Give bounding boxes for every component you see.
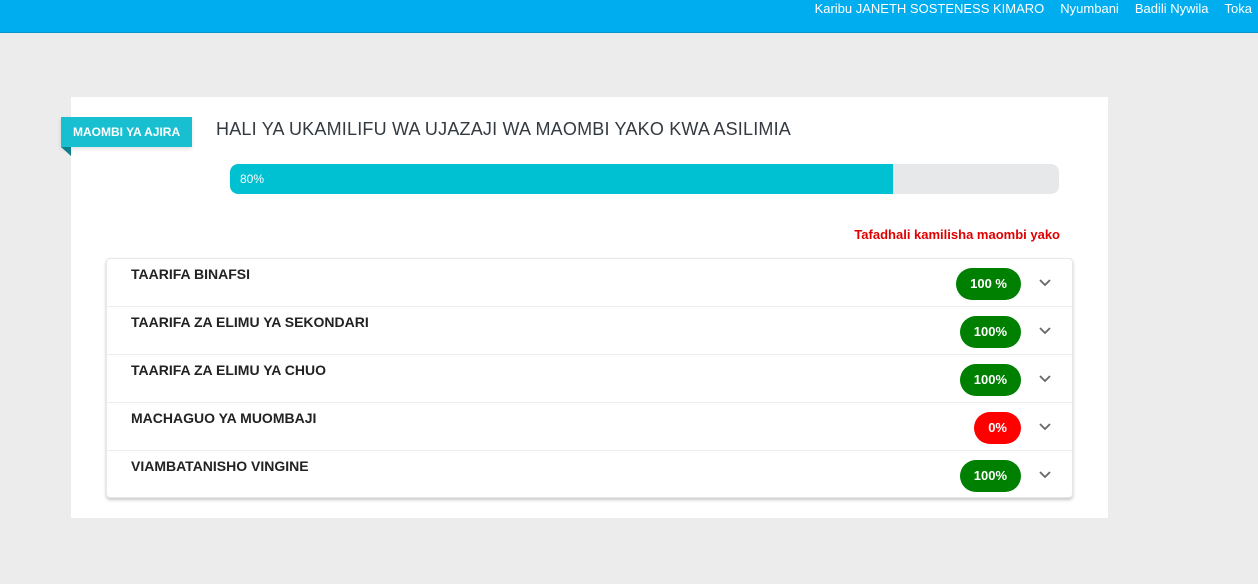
chevron-down-icon[interactable]: [1038, 421, 1052, 431]
accordion-item-label: VIAMBATANISHO VINGINE: [131, 458, 309, 474]
chevron-down-icon[interactable]: [1038, 325, 1052, 335]
accordion-item-personal-info[interactable]: TAARIFA BINAFSI 100 %: [107, 259, 1072, 307]
accordion-item-other-attachments[interactable]: VIAMBATANISHO VINGINE 100%: [107, 451, 1072, 499]
accordion-item-applicant-choices[interactable]: MACHAGUO YA MUOMBAJI 0%: [107, 403, 1072, 451]
ribbon-fold: [61, 147, 71, 156]
chevron-down-icon[interactable]: [1038, 373, 1052, 383]
status-badge: 100%: [959, 364, 1021, 396]
accordion-item-label: TAARIFA ZA ELIMU YA CHUO: [131, 362, 326, 378]
accordion-item-college-education[interactable]: TAARIFA ZA ELIMU YA CHUO 100%: [107, 355, 1072, 403]
completion-progress-bar: 80%: [230, 164, 1059, 194]
status-badge: 100%: [959, 460, 1021, 492]
completion-notice: Tafadhali kamilisha maombi yako: [854, 227, 1060, 242]
application-status-card: MAOMBI YA AJIRA HALI YA UKAMILIFU WA UJA…: [61, 97, 1108, 518]
section-ribbon: MAOMBI YA AJIRA: [61, 117, 193, 147]
chevron-down-icon[interactable]: [1038, 277, 1052, 287]
sections-accordion: TAARIFA BINAFSI 100 % TAARIFA ZA ELIMU Y…: [106, 258, 1073, 498]
nav-link-home[interactable]: Nyumbani: [1060, 1, 1119, 16]
progress-label: 80%: [240, 172, 265, 186]
nav-link-change-password[interactable]: Badili Nywila: [1135, 1, 1209, 16]
status-badge: 100 %: [956, 268, 1021, 300]
page-title: HALI YA UKAMILIFU WA UJAZAJI WA MAOMBI Y…: [216, 119, 792, 139]
top-navbar: Karibu JANETH SOSTENESS KIMARO Nyumbani …: [0, 0, 1258, 33]
accordion-item-label: TAARIFA ZA ELIMU YA SEKONDARI: [131, 314, 369, 330]
accordion-item-label: MACHAGUO YA MUOMBAJI: [131, 410, 317, 426]
welcome-text: Karibu JANETH SOSTENESS KIMARO: [814, 0, 1045, 16]
accordion-item-secondary-education[interactable]: TAARIFA ZA ELIMU YA SEKONDARI 100%: [107, 307, 1072, 355]
chevron-down-icon[interactable]: [1038, 469, 1052, 479]
status-badge: 100%: [959, 316, 1021, 348]
nav-link-logout[interactable]: Toka: [1225, 1, 1252, 16]
status-badge: 0%: [974, 412, 1021, 444]
progress-fill: 80%: [230, 164, 894, 194]
accordion-item-label: TAARIFA BINAFSI: [131, 266, 250, 282]
top-nav: Karibu JANETH SOSTENESS KIMARO Nyumbani …: [815, 0, 1252, 18]
